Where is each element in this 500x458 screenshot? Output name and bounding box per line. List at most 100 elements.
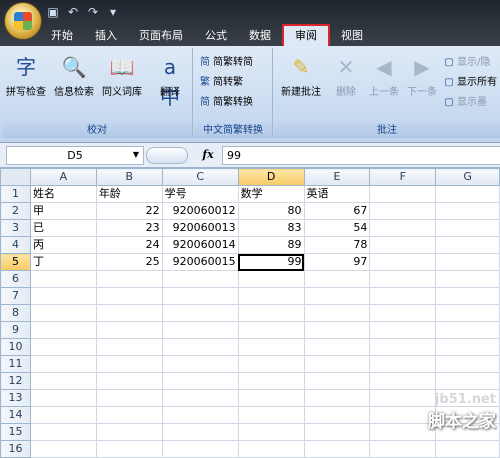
- cell-a5[interactable]: 丁: [29, 253, 97, 271]
- row-header-15[interactable]: 15: [0, 423, 31, 441]
- row-header-8[interactable]: 8: [0, 304, 31, 322]
- cell-b9[interactable]: [95, 321, 163, 339]
- formula-bar-expand-handle[interactable]: [146, 147, 188, 164]
- row-header-7[interactable]: 7: [0, 287, 31, 305]
- cell-e16[interactable]: [303, 440, 371, 458]
- cell-b13[interactable]: [95, 389, 163, 407]
- cell-g12[interactable]: [435, 372, 500, 390]
- previous-comment-button[interactable]: ◀ 上一条: [364, 52, 404, 99]
- cell-a13[interactable]: [29, 389, 97, 407]
- column-header-f[interactable]: F: [369, 168, 437, 186]
- cell-f1[interactable]: [369, 185, 437, 203]
- cell-f5[interactable]: [369, 253, 437, 271]
- cell-c9[interactable]: [161, 321, 239, 339]
- row-header-4[interactable]: 4: [0, 236, 31, 254]
- cell-d13[interactable]: [237, 389, 305, 407]
- cell-b6[interactable]: [95, 270, 163, 288]
- cell-d16[interactable]: [237, 440, 305, 458]
- redo-icon[interactable]: ↷: [86, 5, 100, 19]
- cell-b12[interactable]: [95, 372, 163, 390]
- cell-e3[interactable]: 54: [303, 219, 371, 237]
- cell-d10[interactable]: [237, 338, 305, 356]
- row-header-12[interactable]: 12: [0, 372, 31, 390]
- cell-d1[interactable]: 数学: [237, 185, 305, 203]
- formula-input[interactable]: 99: [222, 146, 500, 165]
- cell-e15[interactable]: [303, 423, 371, 441]
- cell-f10[interactable]: [369, 338, 437, 356]
- cell-e6[interactable]: [303, 270, 371, 288]
- cell-c1[interactable]: 学号: [161, 185, 239, 203]
- office-button[interactable]: [4, 2, 42, 40]
- cell-b1[interactable]: 年龄: [95, 185, 163, 203]
- cell-d12[interactable]: [237, 372, 305, 390]
- cell-c11[interactable]: [161, 355, 239, 373]
- show-hide-comment-button[interactable]: ▢ 显示/隐: [442, 54, 490, 71]
- cell-a1[interactable]: 姓名: [29, 185, 97, 203]
- cell-c12[interactable]: [161, 372, 239, 390]
- cell-e8[interactable]: [303, 304, 371, 322]
- cell-a16[interactable]: [29, 440, 97, 458]
- cell-f8[interactable]: [369, 304, 437, 322]
- spell-check-button[interactable]: 字 拼写检查: [4, 52, 48, 99]
- cell-b5[interactable]: 25: [95, 253, 163, 271]
- cell-a6[interactable]: [29, 270, 97, 288]
- insert-function-button[interactable]: fx: [198, 146, 218, 163]
- cell-b16[interactable]: [95, 440, 163, 458]
- cell-a15[interactable]: [29, 423, 97, 441]
- column-header-c[interactable]: C: [161, 168, 239, 186]
- cell-d3[interactable]: 83: [237, 219, 305, 237]
- cell-b2[interactable]: 22: [95, 202, 163, 220]
- cell-g11[interactable]: [435, 355, 500, 373]
- cell-c13[interactable]: [161, 389, 239, 407]
- name-box[interactable]: D5: [6, 146, 144, 165]
- row-header-1[interactable]: 1: [0, 185, 31, 203]
- cell-d6[interactable]: [237, 270, 305, 288]
- cell-e1[interactable]: 英语: [303, 185, 371, 203]
- cell-c15[interactable]: [161, 423, 239, 441]
- next-comment-button[interactable]: ▶ 下一条: [404, 52, 440, 99]
- cell-f2[interactable]: [369, 202, 437, 220]
- cell-b10[interactable]: [95, 338, 163, 356]
- cell-e10[interactable]: [303, 338, 371, 356]
- cell-g1[interactable]: [435, 185, 500, 203]
- undo-icon[interactable]: ↶: [66, 5, 80, 19]
- cell-d9[interactable]: [237, 321, 305, 339]
- row-header-5[interactable]: 5: [0, 253, 31, 271]
- save-icon[interactable]: ▣: [46, 5, 60, 19]
- cell-f12[interactable]: [369, 372, 437, 390]
- select-all-corner[interactable]: [0, 168, 31, 186]
- cell-g3[interactable]: [435, 219, 500, 237]
- tab-insert[interactable]: 插入: [84, 26, 128, 46]
- row-header-9[interactable]: 9: [0, 321, 31, 339]
- cell-c7[interactable]: [161, 287, 239, 305]
- cell-c2[interactable]: 920060012: [161, 202, 239, 220]
- cell-g6[interactable]: [435, 270, 500, 288]
- cell-a7[interactable]: [29, 287, 97, 305]
- cell-g2[interactable]: [435, 202, 500, 220]
- delete-comment-button[interactable]: ✕ 删除: [328, 52, 364, 99]
- customize-toolbar-icon[interactable]: ▾: [106, 5, 120, 19]
- row-header-14[interactable]: 14: [0, 406, 31, 424]
- convert-to-traditional-button[interactable]: 繁简转繁: [198, 74, 243, 91]
- column-header-e[interactable]: E: [303, 168, 371, 186]
- cell-f6[interactable]: [369, 270, 437, 288]
- cell-d2[interactable]: 80: [237, 202, 305, 220]
- cell-c10[interactable]: [161, 338, 239, 356]
- cell-g4[interactable]: [435, 236, 500, 254]
- tab-formulas[interactable]: 公式: [194, 26, 238, 46]
- cell-d5[interactable]: 99: [237, 253, 305, 271]
- cell-e13[interactable]: [303, 389, 371, 407]
- cell-f11[interactable]: [369, 355, 437, 373]
- cell-g16[interactable]: [435, 440, 500, 458]
- cell-e11[interactable]: [303, 355, 371, 373]
- cell-f3[interactable]: [369, 219, 437, 237]
- cell-d11[interactable]: [237, 355, 305, 373]
- cell-d14[interactable]: [237, 406, 305, 424]
- row-header-10[interactable]: 10: [0, 338, 31, 356]
- cell-b8[interactable]: [95, 304, 163, 322]
- row-header-3[interactable]: 3: [0, 219, 31, 237]
- thesaurus-button[interactable]: 📖 同义词库: [100, 52, 144, 99]
- cell-g7[interactable]: [435, 287, 500, 305]
- cell-g5[interactable]: [435, 253, 500, 271]
- cell-f14[interactable]: [369, 406, 437, 424]
